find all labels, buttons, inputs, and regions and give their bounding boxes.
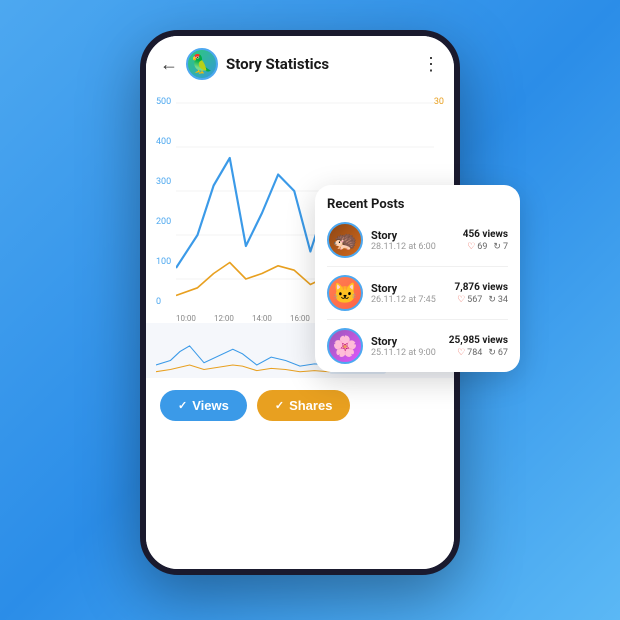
post-interactions-3: ♡ 784 ↻ 67 — [449, 348, 508, 358]
post-shares-2: ↻ 34 — [488, 295, 508, 305]
post-stats-1: 456 views ♡ 69 ↻ 7 — [463, 229, 508, 252]
post-name-3: Story — [371, 335, 441, 348]
post-item-1[interactable]: 🦔 Story 28.11.12 at 6:00 456 views ♡ 69 … — [327, 222, 508, 267]
shares-check-icon: ✓ — [275, 399, 284, 412]
post-stats-2: 7,876 views ♡ 567 ↻ 34 — [455, 282, 509, 305]
post-thumb-icon-1: 🦔 — [333, 228, 358, 252]
page-title: Story Statistics — [226, 55, 414, 73]
likes-count-3: 784 — [467, 348, 482, 358]
header: ← 🦜 Story Statistics ⋮ — [146, 36, 454, 88]
x-label-1200: 12:00 — [214, 314, 234, 323]
post-likes-2: ♡ 567 — [457, 295, 482, 305]
post-thumb-icon-2: 🐱 — [333, 281, 358, 305]
back-button[interactable]: ← — [160, 54, 178, 75]
post-shares-1: ↻ 7 — [493, 242, 508, 252]
post-thumb-3: 🌸 — [327, 328, 363, 364]
post-name-1: Story — [371, 229, 455, 242]
shares-toggle-button[interactable]: ✓ Shares — [257, 390, 351, 421]
shares-count-1: 7 — [503, 242, 508, 252]
likes-count-2: 567 — [467, 295, 482, 305]
phone-wrapper: ← 🦜 Story Statistics ⋮ 500 400 300 200 1… — [140, 30, 480, 590]
post-views-1: 456 views — [463, 229, 508, 240]
avatar: 🦜 — [186, 48, 218, 80]
y-axis-left: 500 400 300 200 100 0 — [156, 92, 171, 312]
y-label-300: 300 — [156, 177, 171, 187]
post-info-2: Story 26.11.12 at 7:45 — [371, 282, 447, 305]
post-shares-3: ↻ 67 — [488, 348, 508, 358]
post-date-1: 28.11.12 at 6:00 — [371, 242, 455, 252]
post-views-2: 7,876 views — [455, 282, 509, 293]
shares-count-2: 34 — [498, 295, 508, 305]
heart-icon-1: ♡ — [467, 242, 475, 252]
post-interactions-1: ♡ 69 ↻ 7 — [463, 242, 508, 252]
post-info-3: Story 25.11.12 at 9:00 — [371, 335, 441, 358]
y-label-500: 500 — [156, 97, 171, 107]
heart-icon-3: ♡ — [457, 348, 465, 358]
y-right-30: 30 — [434, 97, 444, 107]
post-name-2: Story — [371, 282, 447, 295]
post-thumb-1: 🦔 — [327, 222, 363, 258]
recent-posts-title: Recent Posts — [327, 197, 508, 212]
share-icon-2: ↻ — [488, 295, 496, 305]
x-label-1600: 16:00 — [290, 314, 310, 323]
post-thumb-2: 🐱 — [327, 275, 363, 311]
post-info-1: Story 28.11.12 at 6:00 — [371, 229, 455, 252]
post-item-2[interactable]: 🐱 Story 26.11.12 at 7:45 7,876 views ♡ 5… — [327, 275, 508, 320]
post-item-3[interactable]: 🌸 Story 25.11.12 at 9:00 25,985 views ♡ … — [327, 328, 508, 364]
post-date-2: 26.11.12 at 7:45 — [371, 295, 447, 305]
legend-buttons: ✓ Views ✓ Shares — [146, 384, 454, 431]
shares-label: Shares — [289, 398, 332, 413]
post-likes-3: ♡ 784 — [457, 348, 482, 358]
heart-icon-2: ♡ — [457, 295, 465, 305]
y-label-100: 100 — [156, 257, 171, 267]
likes-count-1: 69 — [477, 242, 487, 252]
post-date-3: 25.11.12 at 9:00 — [371, 348, 441, 358]
post-likes-1: ♡ 69 — [467, 242, 487, 252]
post-interactions-2: ♡ 567 ↻ 34 — [455, 295, 509, 305]
more-options-button[interactable]: ⋮ — [422, 54, 440, 75]
share-icon-1: ↻ — [493, 242, 501, 252]
views-label: Views — [192, 398, 229, 413]
y-label-0: 0 — [156, 297, 171, 307]
post-views-3: 25,985 views — [449, 335, 508, 346]
views-toggle-button[interactable]: ✓ Views — [160, 390, 247, 421]
shares-count-3: 67 — [498, 348, 508, 358]
y-label-400: 400 — [156, 137, 171, 147]
x-label-1400: 14:00 — [252, 314, 272, 323]
post-thumb-icon-3: 🌸 — [333, 334, 358, 358]
y-label-200: 200 — [156, 217, 171, 227]
post-stats-3: 25,985 views ♡ 784 ↻ 67 — [449, 335, 508, 358]
x-label-1000: 10:00 — [176, 314, 196, 323]
recent-posts-card: Recent Posts 🦔 Story 28.11.12 at 6:00 45… — [315, 185, 520, 372]
avatar-icon: 🦜 — [191, 54, 213, 75]
views-check-icon: ✓ — [178, 399, 187, 412]
share-icon-3: ↻ — [488, 348, 496, 358]
